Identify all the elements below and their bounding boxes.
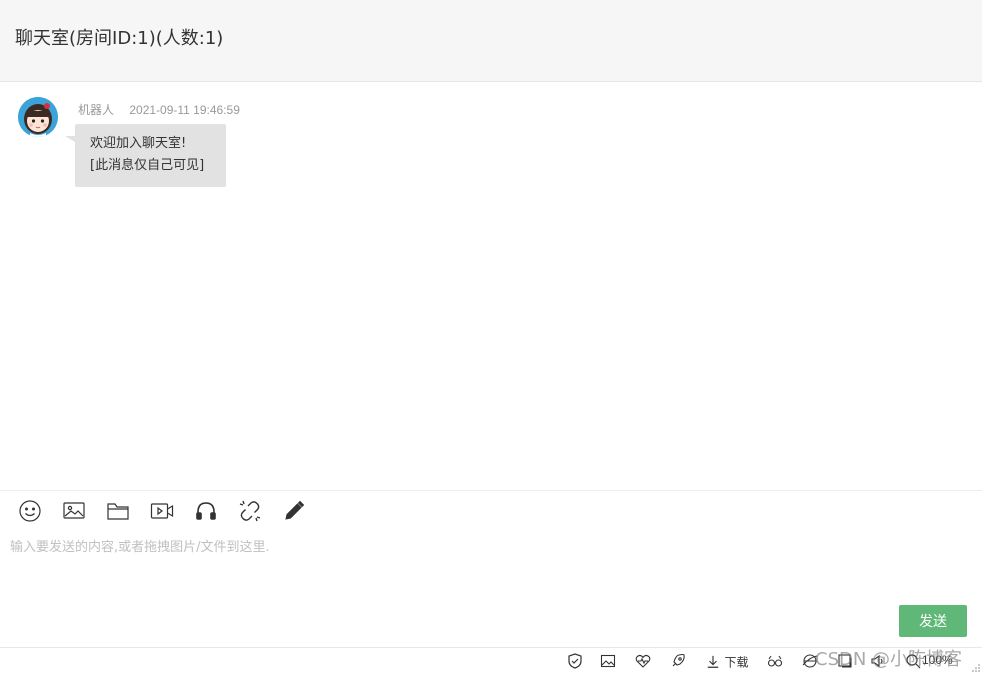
message-time: 2021-09-11 19:46:59	[129, 103, 240, 117]
composer-toolbar	[0, 490, 982, 530]
audio-icon[interactable]	[194, 499, 218, 523]
message-list[interactable]: 机器人 2021-09-11 19:46:59 欢迎加入聊天室! [此消息仅自己…	[0, 83, 982, 490]
rocket-icon[interactable]	[670, 653, 686, 669]
link-icon[interactable]	[238, 499, 262, 523]
chat-header: 聊天室(房间ID:1)(人数:1)	[0, 0, 982, 82]
message-bubble: 欢迎加入聊天室! [此消息仅自己可见]	[65, 124, 226, 187]
download-label: 下载	[724, 655, 749, 670]
pen-icon[interactable]	[282, 499, 306, 523]
sender-name: 机器人	[78, 103, 115, 117]
video-icon[interactable]	[150, 499, 174, 523]
page-title: 聊天室(房间ID:1)(人数:1)	[15, 28, 224, 49]
heartbeat-icon[interactable]	[635, 653, 651, 669]
shield-icon[interactable]	[567, 653, 583, 669]
message-text-line: [此消息仅自己可见]	[90, 158, 205, 173]
message-input[interactable]	[10, 536, 970, 596]
send-button[interactable]: 发送	[899, 605, 967, 637]
folder-icon[interactable]	[106, 499, 130, 523]
girl-avatar-icon	[18, 97, 58, 137]
picture-icon[interactable]	[600, 653, 616, 669]
message-text-line: 欢迎加入聊天室!	[90, 136, 187, 151]
download-icon	[707, 655, 719, 668]
emoji-icon[interactable]	[18, 499, 42, 523]
watermark-text: CSDN @小陈博客	[815, 649, 963, 670]
message-meta: 机器人 2021-09-11 19:46:59	[78, 101, 240, 118]
glasses-icon[interactable]	[767, 653, 783, 669]
resize-grip-icon[interactable]	[972, 664, 980, 672]
avatar[interactable]	[18, 97, 58, 137]
download-button[interactable]: 下载	[706, 653, 748, 669]
image-icon[interactable]	[62, 499, 86, 523]
